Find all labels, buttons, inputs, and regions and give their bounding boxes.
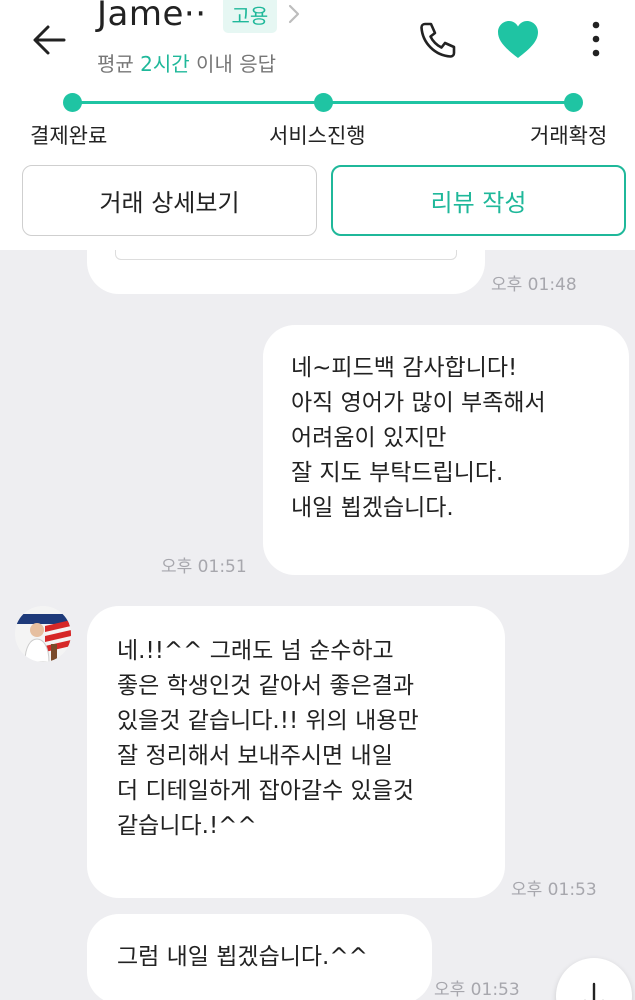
message-line: 더 디테일하게 잡아갈수 있을것 xyxy=(117,778,415,804)
response-time-value: 2시간 xyxy=(140,52,190,76)
response-suffix: 이내 응답 xyxy=(189,52,277,76)
progress-dot-step-2 xyxy=(314,93,333,112)
call-button[interactable] xyxy=(416,18,460,62)
title-row[interactable]: Jame·· 고용 xyxy=(97,0,301,34)
phone-icon xyxy=(420,22,456,58)
attachment-card[interactable] xyxy=(115,250,457,260)
write-review-button[interactable]: 리뷰 작성 xyxy=(331,165,626,236)
message-time: 오후 01:53 xyxy=(511,880,597,900)
message-line: 있을것 같습니다.!! 위의 내용만 xyxy=(117,708,419,734)
more-vertical-icon xyxy=(592,21,600,57)
message-line: 같습니다.!^^ xyxy=(117,813,257,839)
response-prefix: 평균 xyxy=(97,52,141,76)
arrow-down-icon xyxy=(584,982,604,1000)
partner-name[interactable]: Jame·· xyxy=(97,0,207,34)
back-button[interactable] xyxy=(30,20,70,60)
partner-message-bubble: 그럼 내일 뵙겠습니다.^^ xyxy=(87,914,432,1000)
message-line: 네.!!^^ 그래도 넘 순수하고 xyxy=(117,638,394,664)
back-arrow-icon xyxy=(33,25,66,55)
progress-dot-step-3 xyxy=(564,93,583,112)
favorite-button[interactable] xyxy=(495,18,541,62)
more-button[interactable] xyxy=(582,18,610,62)
message-line: 아직 영어가 많이 부족해서 xyxy=(291,390,546,416)
progress-dot-step-1 xyxy=(63,93,82,112)
message-time: 오후 01:53 xyxy=(434,980,520,1000)
message-line: 내일 뵙겠습니다. xyxy=(291,495,454,521)
message-line: 잘 지도 부탁드립니다. xyxy=(291,460,504,486)
scroll-to-bottom-button[interactable] xyxy=(556,958,632,1000)
chat-header: Jame·· 고용 평균 2시간 이내 응답 결제완료 서비스진행 거래확정 거… xyxy=(0,0,635,250)
message-time: 오후 01:48 xyxy=(491,275,577,295)
avatar-image xyxy=(15,606,71,662)
step-label-in-service: 서비스진행 xyxy=(269,124,366,148)
my-message-bubble: 네~피드백 감사합니다! 아직 영어가 많이 부족해서 어려움이 있지만 잘 지… xyxy=(263,325,629,575)
avatar[interactable] xyxy=(15,606,71,662)
chevron-right-icon[interactable] xyxy=(287,3,301,25)
message-line: 잘 정리해서 보내주시면 내일 xyxy=(117,743,393,769)
response-time: 평균 2시간 이내 응답 xyxy=(97,48,276,77)
heart-icon xyxy=(498,21,538,58)
message-bubble xyxy=(87,250,485,294)
partner-message-bubble: 네.!!^^ 그래도 넘 순수하고 좋은 학생인것 같아서 좋은결과 있을것 같… xyxy=(87,606,505,898)
message-line: 네~피드백 감사합니다! xyxy=(291,355,518,381)
step-label-payment: 결제완료 xyxy=(30,124,108,148)
message-line: 어려움이 있지만 xyxy=(291,425,447,451)
chat-area[interactable]: 오후 01:48 오후 01:51 네~피드백 감사합니다! 아직 영어가 많이… xyxy=(0,250,635,1000)
message-line: 그럼 내일 뵙겠습니다.^^ xyxy=(117,944,368,970)
deal-detail-button[interactable]: 거래 상세보기 xyxy=(22,165,317,236)
step-label-confirmed: 거래확정 xyxy=(530,124,608,148)
message-line: 좋은 학생인것 같아서 좋은결과 xyxy=(117,673,415,699)
hire-badge: 고용 xyxy=(222,0,278,33)
message-time: 오후 01:51 xyxy=(161,557,247,577)
